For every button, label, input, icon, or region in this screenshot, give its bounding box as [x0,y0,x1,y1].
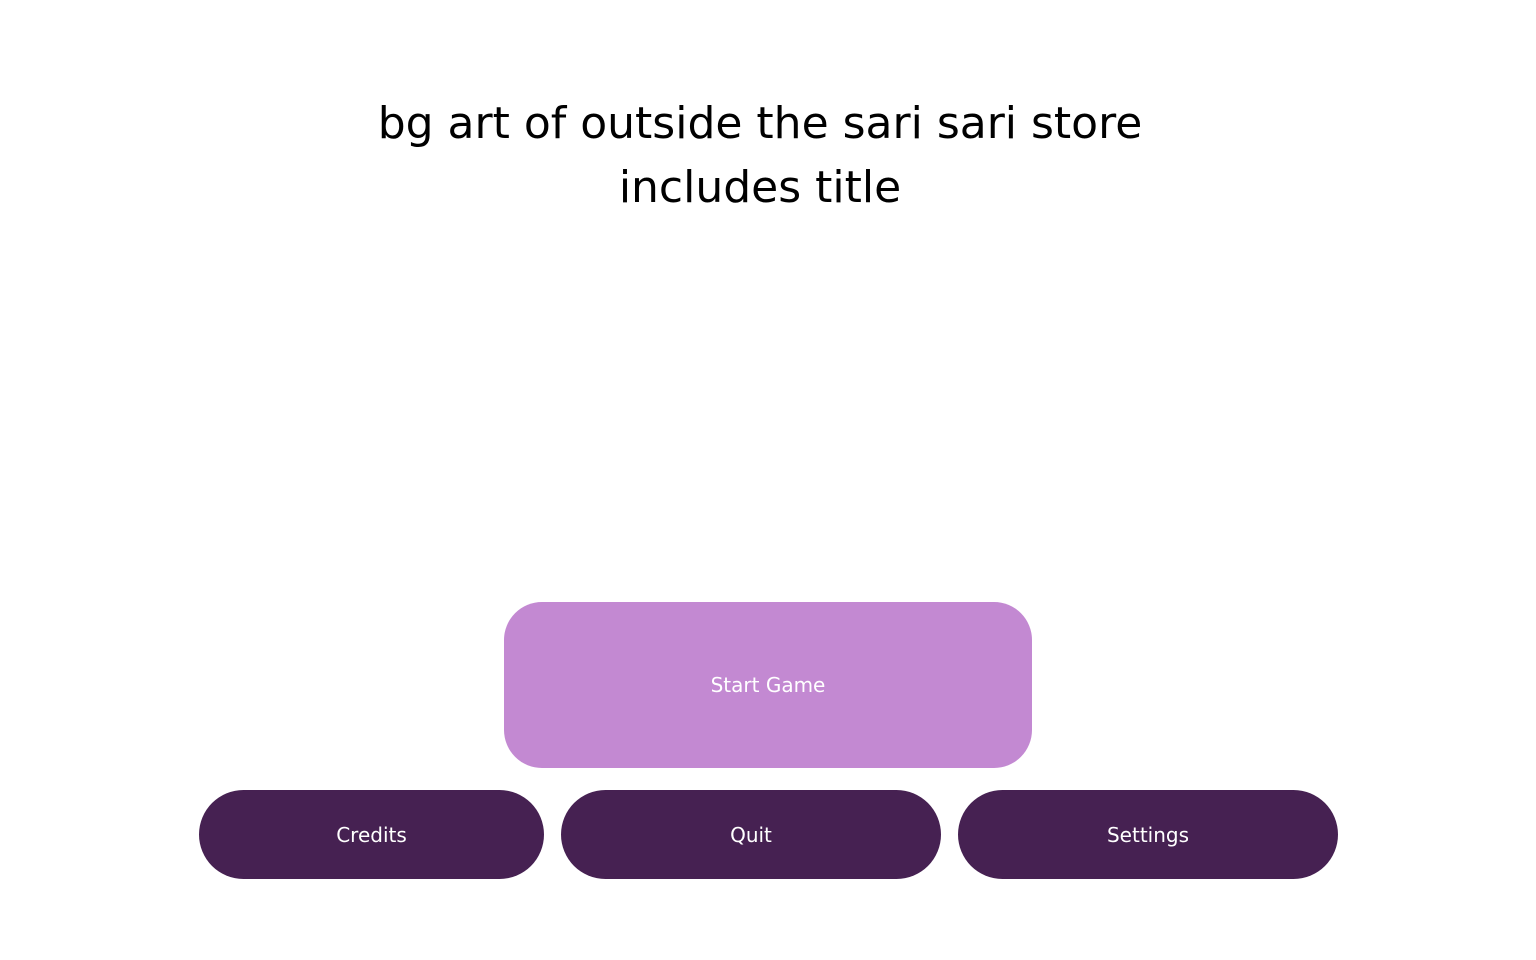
quit-label: Quit [730,822,772,847]
quit-button[interactable]: Quit [561,790,941,879]
start-game-button[interactable]: Start Game [504,602,1032,768]
credits-button[interactable]: Credits [199,790,544,879]
background-art-placeholder: bg art of outside the sari sari store in… [0,92,1520,220]
main-menu-screen: bg art of outside the sari sari store in… [0,0,1536,960]
credits-label: Credits [336,822,407,847]
placeholder-line-2: includes title [618,162,902,213]
settings-button[interactable]: Settings [958,790,1338,879]
start-game-label: Start Game [710,673,826,697]
placeholder-line-1: bg art of outside the sari sari store [377,98,1143,149]
settings-label: Settings [1106,822,1190,847]
